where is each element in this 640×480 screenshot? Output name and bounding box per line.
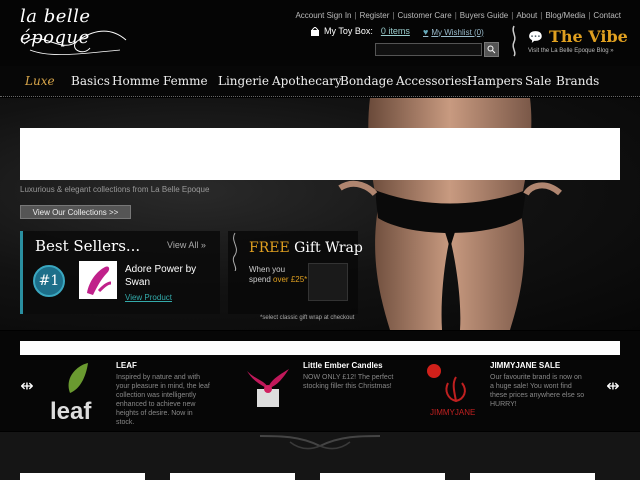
hero-banner: Luxurious & elegant collections from La … xyxy=(0,98,640,330)
view-collections-button[interactable]: View Our Collections >> xyxy=(20,205,131,219)
promo-title: LEAF xyxy=(116,361,137,370)
gift-text-highlight: over £25* xyxy=(273,275,308,284)
wishlist-link[interactable]: ♥ My Wishlist (0) xyxy=(423,27,484,37)
gift-title-text: Gift Wrap xyxy=(289,240,363,256)
vibe-subtitle: Visit the La Belle Epoque Blog » xyxy=(528,48,614,54)
footer-area xyxy=(0,432,640,480)
nav-hampers[interactable]: Hampers xyxy=(467,74,523,88)
view-all-link[interactable]: View All » xyxy=(167,240,206,250)
logo-flourish-icon xyxy=(23,30,127,56)
the-vibe-blog-link[interactable]: 💬 The Vibe Visit the La Belle Epoque Blo… xyxy=(528,27,628,54)
search-icon xyxy=(487,45,496,54)
promo-strip: ⇹ ⇹ leaf LEAF Inspired by nature and wit… xyxy=(0,331,640,431)
promo-text: Our favourite brand is now on a huge sal… xyxy=(490,374,585,408)
promo-title: JIMMYJANE SALE xyxy=(490,361,561,370)
product-name[interactable]: Adore Power by Swan xyxy=(125,263,220,289)
view-product-link[interactable]: View Product xyxy=(125,293,172,302)
nav-basics[interactable]: Basics xyxy=(71,74,110,88)
speech-bubble-icon: 💬 xyxy=(528,29,543,44)
prev-arrow-icon[interactable]: ⇹ xyxy=(20,378,34,395)
heart-icon: ♥ xyxy=(423,27,429,37)
jimmyjane-logo-text: JIMMYJANE xyxy=(430,408,475,417)
vibe-title: 💬 The Vibe xyxy=(528,27,628,46)
strip-white-bar xyxy=(20,341,620,355)
gift-wrap-text: When you spend over £25* xyxy=(249,265,309,285)
gift-box-image xyxy=(308,263,348,301)
next-arrow-icon[interactable]: ⇹ xyxy=(606,378,620,395)
product-thumbnail[interactable] xyxy=(79,261,117,299)
nav-apothecary[interactable]: Apothecary xyxy=(272,74,342,88)
site-header: la belle époque Account Sign In | Register… xyxy=(0,0,640,66)
nav-sale[interactable]: Sale xyxy=(525,74,551,88)
toybox-label: My Toy Box: xyxy=(324,26,373,36)
nav-homme[interactable]: Homme xyxy=(112,74,160,88)
nav-brands[interactable]: Brands xyxy=(556,74,599,88)
promo-text: Inspired by nature and with your pleasur… xyxy=(116,374,210,426)
ornament-divider-icon xyxy=(260,435,380,450)
vibe-title-text: The Vibe xyxy=(548,27,628,46)
nav-accessories[interactable]: Accessories xyxy=(396,74,468,88)
jimmyjane-logo: JIMMYJANE xyxy=(427,364,475,417)
search-input[interactable] xyxy=(375,43,482,56)
best-sellers-panel: Best Sellers... View All » #1 Adore Powe… xyxy=(20,231,220,314)
candle-gift-image xyxy=(247,369,289,407)
link-buyers-guide[interactable]: Buyers Guide xyxy=(460,11,508,20)
nav-luxe[interactable]: Luxe xyxy=(25,74,55,88)
nav-lingerie[interactable]: Lingerie xyxy=(218,74,269,88)
site-logo[interactable]: la belle époque xyxy=(20,6,132,58)
wishlist-label: My Wishlist (0) xyxy=(431,27,484,37)
rank-badge: #1 xyxy=(33,265,65,297)
gift-wrap-note: *select classic gift wrap at checkout xyxy=(260,315,355,321)
hero-tagline: Luxurious & elegant collections from La … xyxy=(20,185,210,194)
best-sellers-title: Best Sellers... xyxy=(35,237,141,255)
leaf-logo: leaf xyxy=(50,363,92,423)
nav-femme[interactable]: Femme xyxy=(163,74,208,88)
footer-box-1 xyxy=(20,473,145,480)
vibe-figure-icon xyxy=(512,25,516,57)
footer-box-4 xyxy=(470,473,595,480)
promo-text: NOW ONLY £12! The perfect stocking fille… xyxy=(303,374,394,390)
toybox-items-link[interactable]: 0 items xyxy=(381,26,410,36)
gift-wrap-title: FREE Gift Wrap xyxy=(249,240,363,256)
nav-bondage[interactable]: Bondage xyxy=(340,74,393,88)
main-nav: Luxe Basics Homme Femme Lingerie Apothec… xyxy=(0,66,640,97)
leaf-logo-text: leaf xyxy=(50,398,92,423)
toybox-icon xyxy=(311,26,319,36)
search-button[interactable] xyxy=(484,42,499,57)
link-about[interactable]: About xyxy=(516,11,537,20)
gift-flourish-icon xyxy=(232,232,237,271)
link-account-sign-in[interactable]: Account Sign In xyxy=(295,11,351,20)
link-contact[interactable]: Contact xyxy=(593,11,621,20)
gift-free-label: FREE xyxy=(249,240,290,256)
top-links: Account Sign In | Register | Customer Care | B… xyxy=(295,11,621,20)
toy-box[interactable]: My Toy Box: 0 items xyxy=(310,26,410,36)
hero-white-panel xyxy=(20,128,620,180)
gift-wrap-panel[interactable]: FREE Gift Wrap When you spend over £25* xyxy=(228,231,363,314)
footer-box-3 xyxy=(320,473,445,480)
promo-title: Little Ember Candles xyxy=(303,361,383,370)
link-customer-care[interactable]: Customer Care xyxy=(397,11,451,20)
link-blog-media[interactable]: Blog/Media xyxy=(545,11,585,20)
link-register[interactable]: Register xyxy=(360,11,390,20)
footer-box-2 xyxy=(170,473,295,480)
